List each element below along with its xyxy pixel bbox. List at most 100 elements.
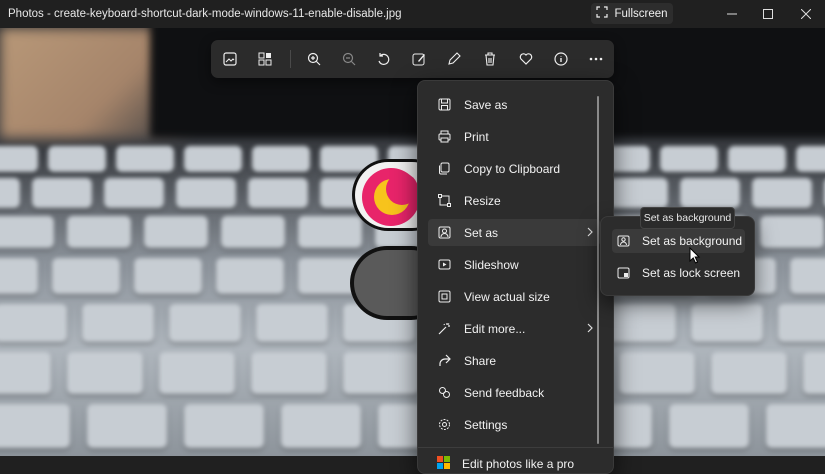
photo-keyboard-key [691, 304, 763, 342]
photo-keyboard-key [669, 404, 749, 448]
draw-icon [448, 52, 461, 65]
photo-keyboard-key [216, 258, 284, 294]
photo-keyboard-key [87, 404, 167, 448]
close-button[interactable] [796, 4, 816, 24]
photo-keyboard-key [760, 216, 824, 248]
toolbar-divider [290, 50, 291, 68]
edit-image-button[interactable] [408, 49, 430, 69]
fullscreen-label: Fullscreen [614, 7, 668, 20]
menu-item-resize[interactable]: Resize [428, 187, 600, 214]
photo-keyboard-key [184, 146, 242, 172]
photo-keyboard-key [796, 146, 825, 172]
delete-button[interactable] [479, 49, 501, 69]
fullscreen-button[interactable]: Fullscreen [591, 3, 673, 24]
favorite-button[interactable] [515, 49, 537, 69]
menu-item-settings[interactable]: Settings [428, 411, 600, 438]
minimize-icon [727, 13, 737, 15]
print-icon [430, 130, 458, 143]
menu-item-copy-to-clipboard[interactable]: Copy to Clipboard [428, 155, 600, 182]
photo-keyboard-key [52, 258, 120, 294]
photo-keyboard-key [32, 178, 92, 208]
photo-keyboard-key [48, 146, 106, 172]
photo-keyboard-key [169, 304, 241, 342]
photo-keyboard-key [0, 258, 38, 294]
photo-editor-icon [436, 455, 452, 472]
menu-item-set-as[interactable]: Set as [428, 219, 600, 246]
photo-keyboard-key [67, 216, 131, 248]
bottom-strip [0, 456, 825, 474]
gallery-button[interactable] [254, 49, 276, 69]
photo-keyboard-key [790, 258, 825, 294]
submenu-item-set-as-background[interactable]: Set as background [612, 229, 745, 253]
menu-item-label: Slideshow [464, 257, 519, 272]
close-icon [801, 9, 811, 19]
tooltip: Set as background [640, 207, 735, 229]
info-button[interactable] [550, 49, 572, 69]
edit-image-icon [412, 53, 425, 66]
menu-item-send-feedback[interactable]: Send feedback [428, 379, 600, 406]
photo-keyboard-key [343, 352, 419, 394]
photo-keyboard-key [184, 404, 264, 448]
photo-keyboard-key [0, 404, 70, 448]
menu-item-label: Resize [464, 193, 501, 208]
rotate-button[interactable] [373, 49, 395, 69]
zoom-in-icon [307, 52, 321, 66]
window-title: Photos - create-keyboard-shortcut-dark-m… [8, 8, 402, 20]
menu-item-label: Edit more... [464, 321, 526, 336]
photo-keyboard-key [176, 178, 236, 208]
photo-keyboard-key [256, 304, 328, 342]
fullscreen-icon [596, 6, 609, 21]
photo-keyboard-key [116, 146, 174, 172]
gallery-icon [258, 52, 272, 66]
menu-item-label: Share [464, 353, 497, 368]
photo-keyboard-key [803, 352, 825, 394]
photo-keyboard-key [67, 352, 143, 394]
photo-keyboard-key [711, 352, 787, 394]
menu-footer-label: Edit photos like a pro [462, 456, 575, 471]
photo-keyboard-key [159, 352, 235, 394]
zoom-in-button[interactable] [303, 49, 325, 69]
menu-item-save-as[interactable]: Save as [428, 91, 600, 118]
photo-keyboard-key [251, 352, 327, 394]
menu-item-view-actual-size[interactable]: View actual size [428, 283, 600, 310]
photo-keyboard-key [660, 146, 718, 172]
photo-keyboard-key [134, 258, 202, 294]
photo-keyboard-key [766, 404, 825, 448]
settings-icon [430, 418, 458, 431]
menu-item-label: Set as [464, 225, 499, 240]
maximize-button[interactable] [758, 4, 778, 24]
photo-keyboard-key [248, 178, 308, 208]
more-button[interactable] [585, 49, 607, 69]
photo-keyboard-key [619, 352, 695, 394]
photo-keyboard-key [0, 146, 38, 172]
menu-item-label: Print [464, 129, 489, 144]
minimize-button[interactable] [722, 4, 742, 24]
submenu-item-set-as-lock-screen[interactable]: Set as lock screen [612, 261, 745, 285]
photo-keyboard-key [608, 178, 668, 208]
view-icon [223, 52, 237, 66]
draw-button[interactable] [443, 49, 465, 69]
menu-item-label: Save as [464, 97, 508, 112]
menu-footer-edit-photos[interactable]: Edit photos like a pro [436, 455, 574, 472]
submenu-item-label: Set as background [642, 234, 743, 248]
photo-keyboard-key [778, 304, 825, 342]
photo-keyboard-key [82, 304, 154, 342]
edit-more-icon [430, 322, 458, 335]
photo-keyboard-key [0, 352, 51, 394]
zoom-out-button[interactable] [338, 49, 360, 69]
submenu-item-label: Set as lock screen [642, 266, 741, 280]
menu-divider [418, 447, 613, 448]
menu-scrollbar[interactable] [597, 96, 599, 444]
info-icon [554, 52, 568, 66]
photo-toolbar [211, 40, 614, 78]
menu-item-slideshow[interactable]: Slideshow [428, 251, 600, 278]
photo-keyboard-key [604, 304, 676, 342]
menu-item-print[interactable]: Print [428, 123, 600, 150]
resize-icon [430, 194, 458, 207]
menu-item-share[interactable]: Share [428, 347, 600, 374]
view-button[interactable] [219, 49, 241, 69]
context-menu: Save as Print Copy to Clipboard Resize S… [417, 80, 614, 474]
delete-icon [485, 52, 495, 66]
feedback-icon [430, 386, 458, 399]
menu-item-edit-more[interactable]: Edit more... [428, 315, 600, 342]
